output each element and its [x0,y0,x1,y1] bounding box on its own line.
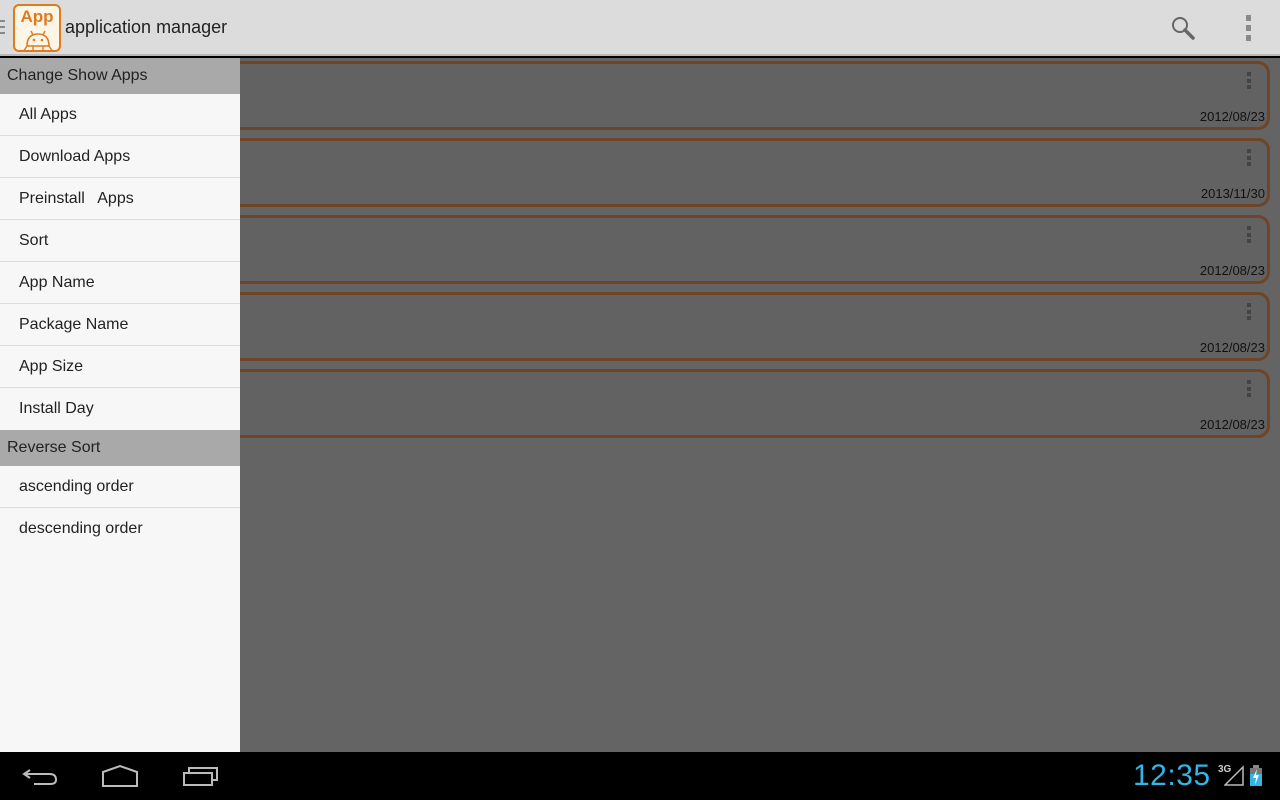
logo-text: App [20,7,54,26]
screen: 2012/08/23 2013/11/30 2012/08/23 2012/08… [0,0,1280,800]
drawer-indicator-icon[interactable] [0,20,5,34]
card-overflow-icon[interactable] [1245,149,1253,166]
system-bar [0,752,1280,800]
battery-charging-icon [1250,765,1262,786]
card-overflow-icon[interactable] [1245,303,1253,320]
signal-icon [1224,765,1244,786]
install-date: 2012/08/23 [1199,417,1265,432]
app-card[interactable]: 2012/08/23 [150,61,1270,130]
app-card[interactable]: 2012/08/23 [150,215,1270,284]
install-date: 2012/08/23 [1199,263,1265,278]
card-overflow-icon[interactable] [1245,226,1253,243]
app-card[interactable]: 2013/11/30 [150,138,1270,207]
card-overflow-icon[interactable] [1245,380,1253,397]
drawer-header-reverse-sort: Reverse Sort [0,430,240,466]
search-icon[interactable] [1170,15,1196,41]
app-card[interactable]: 2012/08/23 [150,369,1270,438]
navigation-drawer: Change Show Apps All Apps Download Apps … [0,58,240,752]
home-icon[interactable] [100,762,140,790]
install-date: 2012/08/23 [1199,109,1265,124]
drawer-header-change-show-apps: Change Show Apps [0,58,240,94]
app-logo[interactable]: App [13,4,61,52]
drawer-item-sort-app-size[interactable]: App Size [0,346,240,388]
drawer-item-sort-package-name[interactable]: Package Name [0,304,240,346]
app-card[interactable]: 2012/08/23 [150,292,1270,361]
drawer-item-sort-app-name[interactable]: App Name [0,262,240,304]
recent-apps-icon[interactable] [181,762,221,790]
drawer-item-preinstall-apps[interactable]: Preinstall Apps [0,178,240,220]
install-date: 2012/08/23 [1199,340,1265,355]
action-bar: App application manager [0,0,1280,56]
drawer-item-sort[interactable]: Sort [0,220,240,262]
drawer-item-download-apps[interactable]: Download Apps [0,136,240,178]
drawer-item-descending-order[interactable]: descending order [0,508,240,550]
card-overflow-icon[interactable] [1245,72,1253,89]
drawer-item-sort-install-day[interactable]: Install Day [0,388,240,430]
status-clock[interactable]: 12:35 [1133,759,1211,793]
drawer-item-all-apps[interactable]: All Apps [0,94,240,136]
drawer-item-ascending-order[interactable]: ascending order [0,466,240,508]
app-title: application manager [65,17,228,37]
android-robot-icon [23,30,53,50]
back-icon[interactable] [20,762,60,790]
overflow-menu-icon[interactable] [1242,15,1254,41]
install-date: 2013/11/30 [1200,186,1265,201]
